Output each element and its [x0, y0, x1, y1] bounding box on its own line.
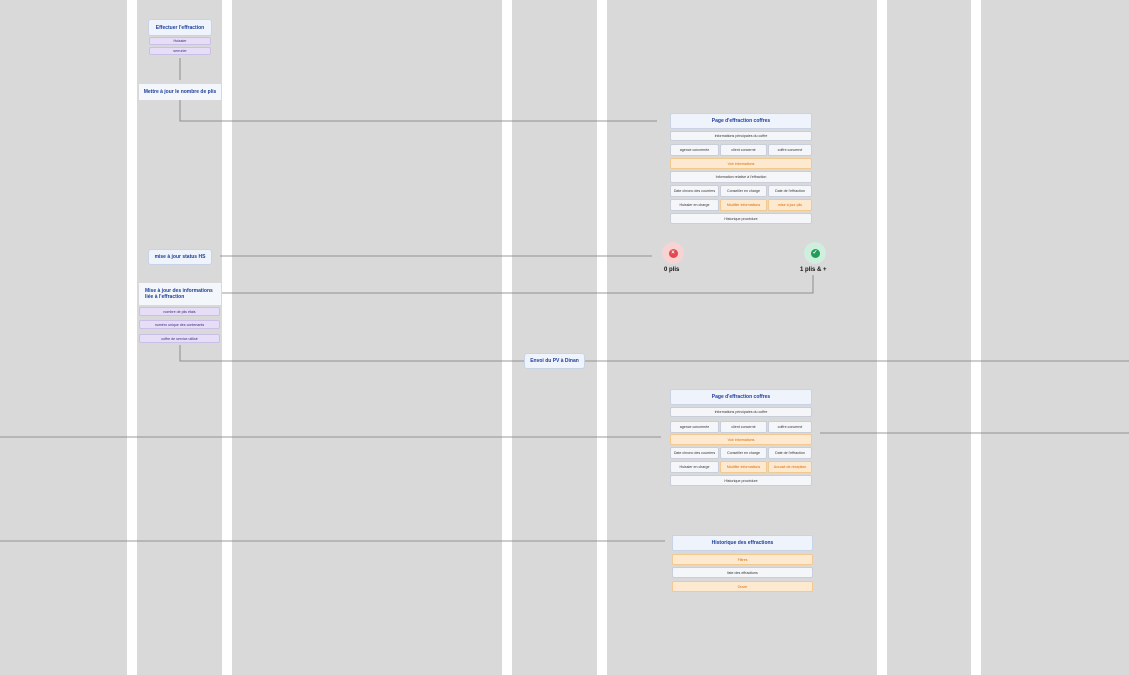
- error-icon: ×: [668, 248, 678, 258]
- page1-edit-info-button[interactable]: Modifier informations: [720, 199, 767, 211]
- history-title: Historique des effractions: [672, 535, 813, 551]
- zero-plis-label: 0 plis: [664, 267, 680, 273]
- info-item-plis[interactable]: nombre de plis étais: [139, 307, 220, 316]
- page2-edit-info-button[interactable]: Modifier informations: [720, 461, 767, 473]
- page2-agence[interactable]: agence concernée: [670, 421, 719, 433]
- page2-huissier[interactable]: Huissier en charge: [670, 461, 719, 473]
- option-serrurier[interactable]: serrurier: [149, 47, 211, 55]
- page2-coffre[interactable]: coffre concerné: [768, 421, 812, 433]
- one-plus-label: 1 plis & +: [800, 267, 827, 273]
- update-info-node[interactable]: Mise à jour des informations liée à l'ef…: [139, 283, 221, 305]
- option-huissier[interactable]: Huissier: [149, 37, 211, 45]
- page1-see-info[interactable]: Voir informations: [670, 158, 812, 169]
- page2-see-info[interactable]: Voir informations: [670, 434, 812, 445]
- page1-client[interactable]: client concerné: [720, 144, 767, 156]
- page1-section-breakin: Information relative à l'effraction: [670, 171, 812, 183]
- history-filters-button[interactable]: Filtres: [672, 554, 813, 565]
- page1-title: Page d'effraction coffres: [670, 113, 812, 129]
- history-open-button[interactable]: Ouvrir: [672, 581, 813, 592]
- page1-huissier[interactable]: Huissier en charge: [670, 199, 719, 211]
- page2-client[interactable]: client concerné: [720, 421, 767, 433]
- perform-break-in-node[interactable]: Effectuer l'effraction: [148, 19, 212, 36]
- page1-agence[interactable]: agence concernée: [670, 144, 719, 156]
- update-status-node[interactable]: mise à jour status HS: [148, 249, 212, 265]
- page1-history[interactable]: Historique procédure: [670, 213, 812, 224]
- info-item-contenants[interactable]: numéro unique des contenants: [139, 320, 220, 329]
- page1-date-effraction[interactable]: Date de l'effraction: [768, 185, 812, 197]
- page2-title: Page d'effraction coffres: [670, 389, 812, 405]
- page1-coffre[interactable]: coffre concerné: [768, 144, 812, 156]
- page1-update-plis-button[interactable]: mise à jour plis: [768, 199, 812, 211]
- page1-section-main: Informations principales du coffre: [670, 131, 812, 141]
- page2-receipt-button[interactable]: Accusé de réception: [768, 461, 812, 473]
- check-icon: ✓: [810, 248, 820, 258]
- send-pv-node[interactable]: Envoi du PV à Dinan: [524, 353, 585, 369]
- page2-history[interactable]: Historique procédure: [670, 475, 812, 486]
- page1-conseiller[interactable]: Conseiller en charge: [720, 185, 767, 197]
- one-plus-indicator: ✓: [804, 242, 826, 264]
- history-list[interactable]: liste des effractions: [672, 567, 813, 578]
- page1-date-chrono[interactable]: Date chrono des courriers: [670, 185, 719, 197]
- page2-conseiller[interactable]: Conseiller en charge: [720, 447, 767, 459]
- page2-section-main: Informations principales du coffre: [670, 407, 812, 417]
- zero-plis-indicator: ×: [662, 242, 684, 264]
- page2-date-effraction[interactable]: Date de l'effraction: [768, 447, 812, 459]
- info-item-coffre[interactable]: coffre de service utilisé: [139, 334, 220, 343]
- update-count-node[interactable]: Mettre à jour le nombre de plis: [139, 84, 221, 100]
- page2-date-chrono[interactable]: Date chrono des courriers: [670, 447, 719, 459]
